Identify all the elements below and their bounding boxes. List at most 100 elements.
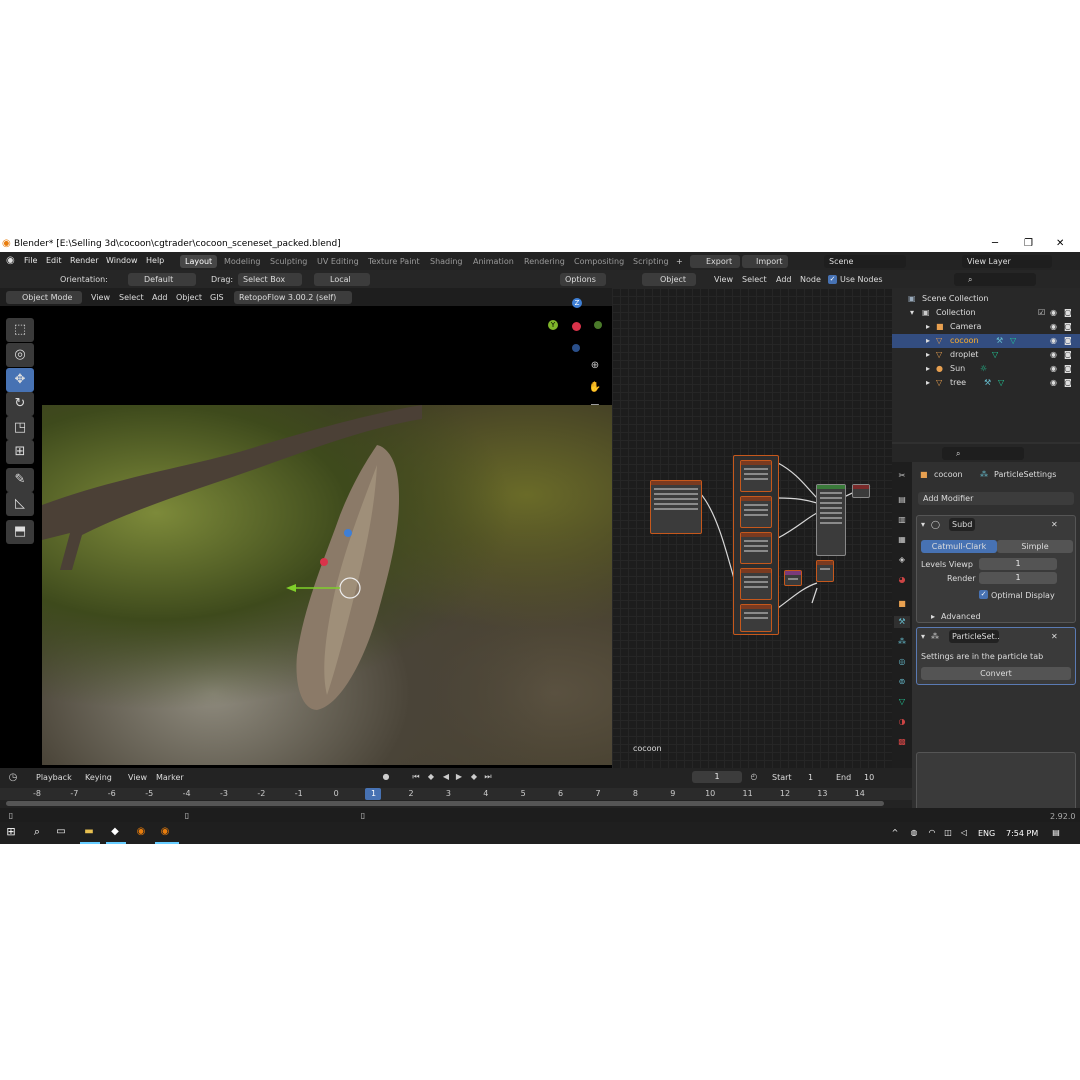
play-icon[interactable]: ▶ bbox=[453, 771, 465, 783]
menu-file[interactable]: File bbox=[24, 256, 37, 265]
cursor-tool[interactable]: ◎ bbox=[6, 343, 34, 367]
outliner-row-collection[interactable]: ▾ ▣ Collection ☑ ◉ ◙ bbox=[892, 306, 1080, 320]
tray-chevron-icon[interactable]: ^ bbox=[890, 827, 900, 839]
texture-node[interactable] bbox=[740, 460, 772, 492]
advanced-subpanel[interactable]: Advanced bbox=[941, 612, 981, 621]
start-frame-field[interactable]: 1 bbox=[808, 773, 813, 782]
gizmo-z-axis[interactable]: Z bbox=[572, 298, 582, 308]
texture-tab-icon[interactable]: ▩ bbox=[896, 736, 908, 748]
object-tab-icon[interactable]: ■ bbox=[896, 598, 908, 610]
node-frame[interactable] bbox=[733, 455, 779, 635]
particles-tab-icon[interactable]: ⁂ bbox=[896, 636, 908, 648]
convert-button[interactable]: Convert bbox=[921, 667, 1071, 680]
expand-icon[interactable]: ▸ bbox=[926, 350, 930, 359]
render-tab-icon[interactable]: ▤ bbox=[896, 494, 908, 506]
tab-sculpting[interactable]: Sculpting bbox=[265, 255, 312, 268]
outliner-search-input[interactable]: ⌕ bbox=[954, 273, 1036, 286]
minimize-button[interactable]: ─ bbox=[992, 238, 998, 249]
output-tab-icon[interactable]: ▥ bbox=[896, 514, 908, 526]
material-icon[interactable]: ▽ bbox=[998, 378, 1004, 387]
material-tab-icon[interactable]: ◑ bbox=[896, 716, 908, 728]
world-tab-icon[interactable]: ◕ bbox=[896, 574, 908, 586]
tab-scripting[interactable]: Scripting bbox=[628, 255, 674, 268]
tab-modeling[interactable]: Modeling bbox=[219, 255, 265, 268]
advanced-expand-icon[interactable]: ▸ bbox=[931, 612, 935, 621]
task-view-icon[interactable]: ▭ bbox=[54, 826, 68, 838]
tab-rendering[interactable]: Rendering bbox=[519, 255, 570, 268]
expand-icon[interactable]: ▸ bbox=[926, 322, 930, 331]
expand-icon[interactable]: ▸ bbox=[926, 336, 930, 345]
simple-button[interactable]: Simple bbox=[997, 540, 1073, 553]
optimal-display-checkbox[interactable]: ✓ bbox=[979, 590, 988, 599]
wifi-icon[interactable]: ◠ bbox=[926, 827, 938, 839]
timeline-menu-playback[interactable]: Playback bbox=[36, 773, 72, 782]
node-object-dropdown[interactable]: Object bbox=[642, 273, 696, 286]
close-button[interactable]: ✕ bbox=[1056, 238, 1064, 249]
file-explorer-icon[interactable]: ▬ bbox=[82, 826, 96, 838]
mapping-node[interactable] bbox=[784, 570, 802, 586]
timeline-menu-marker[interactable]: Marker bbox=[156, 773, 184, 782]
viewport-menu-view[interactable]: View bbox=[91, 293, 110, 302]
notifications-icon[interactable]: ▤ bbox=[1050, 827, 1062, 839]
remove-modifier-icon[interactable]: ✕ bbox=[1051, 632, 1058, 641]
tray-app-icon[interactable]: ◍ bbox=[908, 827, 920, 839]
node-menu-select[interactable]: Select bbox=[742, 275, 767, 284]
language-indicator[interactable]: ENG bbox=[978, 829, 995, 838]
scale-tool[interactable]: ◳ bbox=[6, 416, 34, 440]
pan-hand-icon[interactable]: ✋ bbox=[588, 382, 602, 394]
menu-render[interactable]: Render bbox=[70, 256, 98, 265]
add-cube-tool[interactable]: ⬒ bbox=[6, 520, 34, 544]
add-workspace-button[interactable]: + bbox=[671, 255, 688, 268]
material-output-node[interactable] bbox=[852, 484, 870, 498]
object-mode-dropdown[interactable]: Object Mode bbox=[6, 291, 82, 304]
app-icon[interactable]: ◆ bbox=[108, 826, 122, 838]
sun-data-icon[interactable]: ☼ bbox=[980, 364, 987, 373]
tab-shading[interactable]: Shading bbox=[425, 255, 468, 268]
viewport-menu-object[interactable]: Object bbox=[176, 293, 202, 302]
select-box-tool[interactable]: ⬚ bbox=[6, 318, 34, 342]
render-camera-icon[interactable]: ◙ bbox=[1064, 378, 1072, 387]
tab-uv-editing[interactable]: UV Editing bbox=[312, 255, 364, 268]
windows-start-icon[interactable]: ⊞ bbox=[4, 826, 18, 838]
end-frame-field[interactable]: 10 bbox=[864, 773, 874, 782]
viewport-menu-select[interactable]: Select bbox=[119, 293, 144, 302]
prev-keyframe-icon[interactable]: ◆ bbox=[425, 771, 437, 783]
texture-node[interactable] bbox=[740, 532, 772, 564]
transform-pivot-dropdown[interactable]: Local bbox=[314, 273, 370, 286]
viewport-menu-gis[interactable]: GIS bbox=[210, 293, 224, 302]
catmull-clark-button[interactable]: Catmull-Clark bbox=[921, 540, 997, 553]
expand-icon[interactable]: ▾ bbox=[910, 308, 914, 317]
outliner-row-cocoon[interactable]: ▸ ▽ cocoon ⚒ ▽ ◉ ◙ bbox=[892, 334, 1080, 348]
material-icon[interactable]: ▽ bbox=[992, 350, 998, 359]
import-button[interactable]: Import bbox=[742, 255, 788, 268]
timeline-scrollbar[interactable] bbox=[6, 801, 884, 806]
render-camera-icon[interactable]: ◙ bbox=[1064, 322, 1072, 331]
current-frame-field[interactable]: 1 bbox=[692, 771, 742, 783]
orientation-dropdown[interactable]: Default bbox=[128, 273, 196, 286]
timeline-menu-view[interactable]: View bbox=[128, 773, 147, 782]
texture-node[interactable] bbox=[740, 496, 772, 528]
maximize-button[interactable]: ❐ bbox=[1024, 238, 1033, 249]
gizmo-neg-z-axis[interactable] bbox=[572, 344, 580, 352]
timeline-ruler[interactable]: -8 -7 -6 -5 -4 -3 -2 -1 0 1 2 3 4 5 6 7 8 9 10 11 12 13 14 bbox=[0, 788, 912, 800]
eye-icon[interactable]: ◉ bbox=[1050, 308, 1057, 317]
render-camera-icon[interactable]: ◙ bbox=[1064, 308, 1072, 317]
tab-texture-paint[interactable]: Texture Paint bbox=[363, 255, 425, 268]
jump-start-icon[interactable]: ⏮ bbox=[410, 771, 422, 783]
next-keyframe-icon[interactable]: ◆ bbox=[468, 771, 480, 783]
texture-node[interactable] bbox=[740, 604, 772, 632]
retopoflow-menu[interactable]: RetopoFlow 3.00.2 (self) bbox=[234, 291, 352, 304]
outliner-row-camera[interactable]: ▸ ■ Camera ◉ ◙ bbox=[892, 320, 1080, 334]
collapse-icon[interactable]: ▾ bbox=[921, 520, 925, 529]
blender-taskbar-icon[interactable]: ◉ bbox=[134, 826, 148, 838]
use-nodes-checkbox[interactable]: ✓ bbox=[828, 275, 837, 284]
modifier-wrench-icon[interactable]: ⚒ bbox=[996, 336, 1003, 345]
3d-viewport[interactable]: Object Mode View Select Add Object GIS R… bbox=[0, 288, 612, 768]
eye-icon[interactable]: ◉ bbox=[1050, 378, 1057, 387]
menu-window[interactable]: Window bbox=[106, 256, 138, 265]
principled-bsdf-node[interactable] bbox=[816, 484, 846, 556]
render-camera-icon[interactable]: ◙ bbox=[1064, 336, 1072, 345]
eye-icon[interactable]: ◉ bbox=[1050, 350, 1057, 359]
scene-tab-icon[interactable]: ◈ bbox=[896, 554, 908, 566]
outliner-row-tree[interactable]: ▸ ▽ tree ⚒ ▽ ◉ ◙ bbox=[892, 376, 1080, 390]
